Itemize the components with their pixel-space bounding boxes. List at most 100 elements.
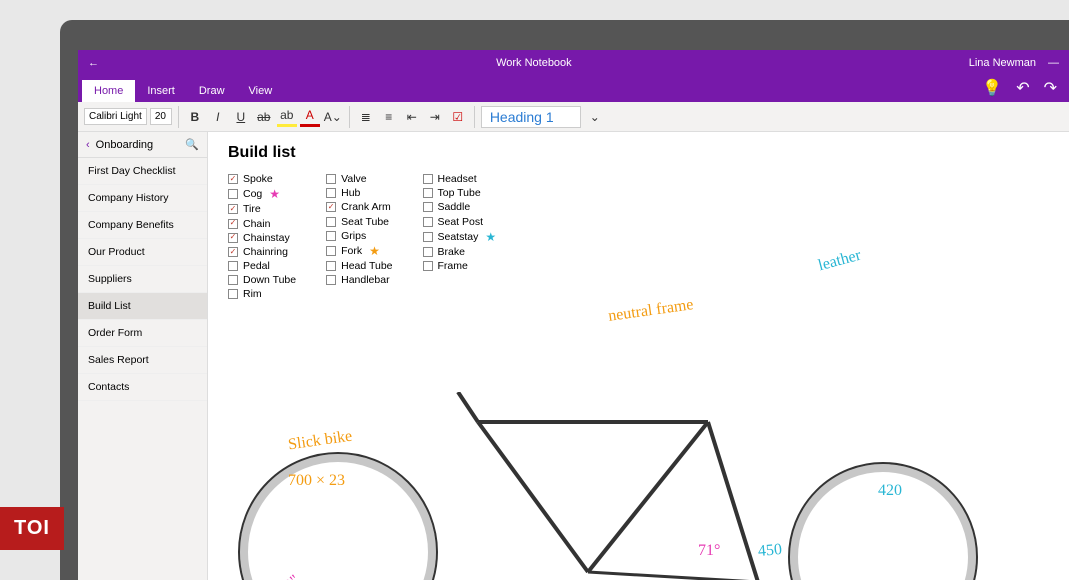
lightbulb-icon[interactable]: 💡 <box>982 78 1002 98</box>
checklist-item[interactable]: ✓ Crank Arm <box>326 200 392 214</box>
checklist-label: Hub <box>341 186 360 200</box>
checkbox-icon[interactable]: ✓ <box>228 247 238 257</box>
checkbox-icon[interactable] <box>326 188 336 198</box>
checklist-label: Headset <box>438 172 477 186</box>
checklist-item[interactable]: Hub <box>326 186 392 200</box>
user-name[interactable]: Lina Newman <box>969 57 1036 69</box>
checklist-label: Tire <box>243 202 261 216</box>
bike-frame-sketch <box>428 392 808 580</box>
checkbox-button[interactable]: ☑ <box>448 107 468 127</box>
checklist-item[interactable]: ✓ Tire <box>228 202 296 216</box>
document-title: Work Notebook <box>99 57 969 69</box>
checkbox-icon[interactable]: ✓ <box>228 204 238 214</box>
checkbox-icon[interactable] <box>326 174 336 184</box>
indent-button[interactable]: ⇥ <box>425 107 445 127</box>
font-size-select[interactable]: 20 <box>150 108 172 125</box>
checklist-item[interactable]: Fork★ <box>326 243 392 259</box>
checkbox-icon[interactable] <box>423 188 433 198</box>
sidebar-header: ‹ Onboarding 🔍 <box>78 132 207 158</box>
ink-annotation: 450 <box>757 541 782 561</box>
checklist-item[interactable]: Brake <box>423 245 497 259</box>
minimize-icon[interactable]: — <box>1048 57 1059 69</box>
checklist-item[interactable]: ✓Chainring <box>228 245 296 259</box>
checkbox-icon[interactable] <box>228 189 238 199</box>
tab-view[interactable]: View <box>237 80 285 102</box>
checklist-label: Valve <box>341 172 367 186</box>
device-frame: ← Work Notebook Lina Newman — Home Inser… <box>60 20 1069 580</box>
bullet-list-button[interactable]: ≣ <box>356 107 376 127</box>
toi-badge: TOI <box>0 507 64 550</box>
tab-draw[interactable]: Draw <box>187 80 237 102</box>
clear-format-button[interactable]: A⌄ <box>323 107 343 127</box>
undo-icon[interactable]: ↶ <box>1016 78 1029 98</box>
outdent-button[interactable]: ⇤ <box>402 107 422 127</box>
checkbox-icon[interactable] <box>423 232 433 242</box>
checklist-label: Saddle <box>438 200 471 214</box>
ink-annotation: neutral frame <box>607 296 694 326</box>
checkbox-icon[interactable]: ✓ <box>326 202 336 212</box>
checkbox-icon[interactable] <box>326 217 336 227</box>
underline-button[interactable]: U <box>231 107 251 127</box>
checklist-label: Crank Arm <box>341 200 391 214</box>
checklist-item[interactable]: Saddle <box>423 200 497 214</box>
sidebar-item[interactable]: Contacts <box>78 374 207 401</box>
back-arrow-icon[interactable]: ← <box>88 57 99 69</box>
checklist-item[interactable]: ✓Chain <box>228 217 296 231</box>
page-canvas[interactable]: Build list ✓SpokeCog★✓Tire✓Chain✓Chainst… <box>208 132 1069 580</box>
bike-wheel-rear <box>788 462 978 580</box>
font-name-select[interactable]: Calibri Light <box>84 108 147 125</box>
checklist-item[interactable]: Valve <box>326 172 392 186</box>
checkbox-icon[interactable] <box>423 202 433 212</box>
italic-button[interactable]: I <box>208 107 228 127</box>
checklist-item[interactable]: ✓ Chainstay <box>228 231 296 245</box>
sidebar: ‹ Onboarding 🔍 First Day ChecklistCompan… <box>78 132 208 580</box>
sidebar-item[interactable]: Our Product <box>78 239 207 266</box>
toolbar: Calibri Light 20 B I U ab ab A A⌄ ≣ ≡ ⇤ … <box>78 102 1069 132</box>
tab-home[interactable]: Home <box>82 80 135 102</box>
redo-icon[interactable]: ↷ <box>1044 78 1057 98</box>
number-list-button[interactable]: ≡ <box>379 107 399 127</box>
highlight-button[interactable]: ab <box>277 107 297 127</box>
checklist-item[interactable]: Seatstay ★ <box>423 229 497 245</box>
checkbox-icon[interactable]: ✓ <box>228 174 238 184</box>
checkbox-icon[interactable]: ✓ <box>228 233 238 243</box>
checklist-label: Grips <box>341 229 366 243</box>
checkbox-icon[interactable] <box>423 174 433 184</box>
checklist-item[interactable]: Grips <box>326 229 392 243</box>
sidebar-item[interactable]: Sales Report <box>78 347 207 374</box>
bold-button[interactable]: B <box>185 107 205 127</box>
sidebar-item[interactable]: First Day Checklist <box>78 158 207 185</box>
titlebar: ← Work Notebook Lina Newman — <box>78 50 1069 76</box>
checklist-item[interactable]: Headset <box>423 172 497 186</box>
checklist-label: Seatstay <box>438 230 479 244</box>
strikethrough-button[interactable]: ab <box>254 107 274 127</box>
checkbox-icon[interactable]: ✓ <box>228 219 238 229</box>
page-title: Build list <box>228 144 1049 162</box>
sidebar-item[interactable]: Suppliers <box>78 266 207 293</box>
ink-annotation: 420 <box>878 482 902 500</box>
sidebar-item[interactable]: Build List <box>78 293 207 320</box>
checklist-item[interactable]: Seat Tube <box>326 215 392 229</box>
style-dropdown-icon[interactable]: ⌄ <box>585 107 605 127</box>
checkbox-icon[interactable] <box>326 231 336 241</box>
checklist-label: Seat Post <box>438 215 484 229</box>
checklist-item[interactable]: ✓Spoke <box>228 172 296 186</box>
tab-insert[interactable]: Insert <box>135 80 187 102</box>
ink-canvas: leatherneutral frameSlick bike700 × 2329… <box>228 262 1069 580</box>
search-icon[interactable]: 🔍 <box>185 138 199 151</box>
checkbox-icon[interactable] <box>423 217 433 227</box>
font-color-button[interactable]: A <box>300 107 320 127</box>
style-select[interactable]: Heading 1 <box>481 106 581 128</box>
sidebar-item[interactable]: Company Benefits <box>78 212 207 239</box>
sidebar-back-icon[interactable]: ‹ <box>86 139 90 151</box>
checklist-label: Chainstay <box>243 231 290 245</box>
checkbox-icon[interactable] <box>326 246 336 256</box>
sidebar-item[interactable]: Order Form <box>78 320 207 347</box>
checklist-item[interactable]: Seat Post <box>423 215 497 229</box>
sidebar-item[interactable]: Company History <box>78 185 207 212</box>
section-name: Onboarding <box>96 139 154 151</box>
checklist-item[interactable]: Cog★ <box>228 186 296 202</box>
checkbox-icon[interactable] <box>423 247 433 257</box>
star-icon: ★ <box>485 229 496 245</box>
checklist-item[interactable]: Top Tube <box>423 186 497 200</box>
